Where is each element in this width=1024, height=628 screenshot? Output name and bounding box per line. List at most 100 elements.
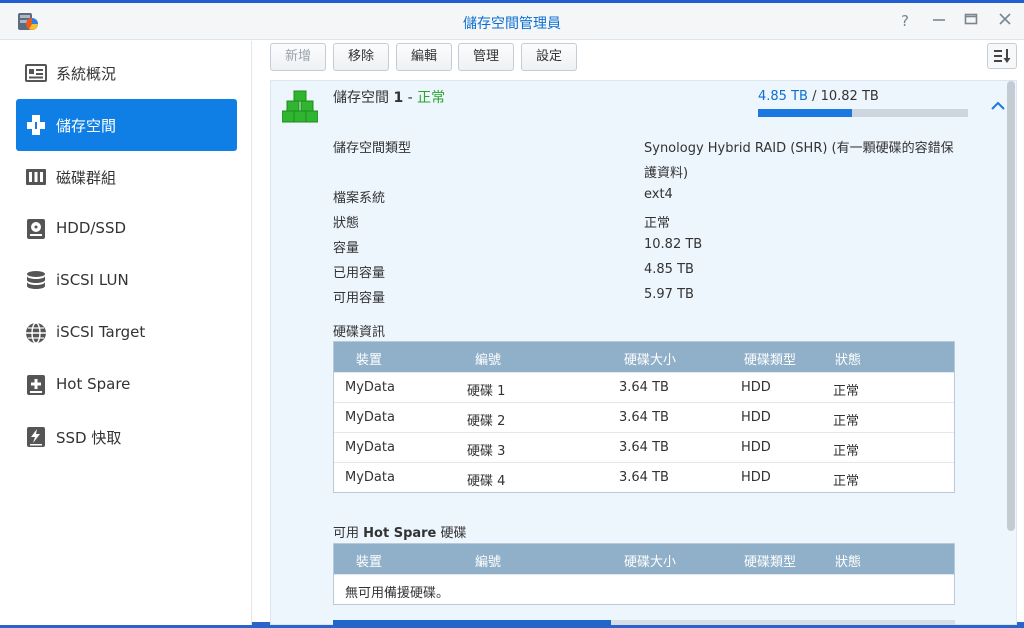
cell-status: 正常 xyxy=(833,414,860,429)
volume-usage-separator: / xyxy=(812,89,817,104)
column-header: 硬碟類型 xyxy=(744,555,797,570)
hot-spare-title-prefix: 可用 xyxy=(333,526,360,541)
storage-manager-window: 儲存空間管理員 ? 系統概況 儲存空間 磁碟群組 HDD/SSD iSCSI L… xyxy=(0,0,1024,625)
info-label-filesystem: 檔案系統 xyxy=(333,191,386,206)
cell-size: 3.64 TB xyxy=(619,470,669,485)
table-row[interactable]: MyData 硬碟 1 3.64 TB HDD 正常 xyxy=(334,372,954,402)
volume-separator: - xyxy=(407,90,413,106)
sidebar: 系統概況 儲存空間 磁碟群組 HDD/SSD iSCSI LUN iSCSI T… xyxy=(0,41,252,625)
info-label-status: 狀態 xyxy=(333,216,360,231)
info-value-filesystem: ext4 xyxy=(644,187,673,202)
disk-info-title: 硬碟資訊 xyxy=(333,325,386,340)
sidebar-item-hdd-ssd[interactable]: HDD/SSD xyxy=(16,203,237,255)
settings-button[interactable]: 設定 xyxy=(521,43,577,71)
minimize-icon[interactable] xyxy=(930,12,948,30)
info-value-status: 正常 xyxy=(644,216,671,231)
volume-name: 儲存空間 xyxy=(333,90,389,106)
sidebar-item-disk-group[interactable]: 磁碟群組 xyxy=(16,151,237,203)
info-label-volume-type: 儲存空間類型 xyxy=(333,141,412,156)
create-button[interactable]: 新增 xyxy=(270,43,326,71)
volume-cubes-icon xyxy=(282,90,318,123)
window-title: 儲存空間管理員 xyxy=(463,16,561,32)
hot-spare-title: 可用 Hot Spare 硬碟 xyxy=(333,522,467,541)
sidebar-item-iscsi-target[interactable]: iSCSI Target xyxy=(16,307,237,359)
hdd-icon xyxy=(27,219,45,239)
column-header: 狀態 xyxy=(835,555,862,570)
manage-button[interactable]: 管理 xyxy=(458,43,514,71)
cell-number: 硬碟 3 xyxy=(467,444,506,459)
volume-usage-fill xyxy=(758,109,853,117)
table-header: 裝置 編號 硬碟大小 硬碟類型 狀態 xyxy=(334,544,954,574)
horizontal-scrollbar-thumb[interactable] xyxy=(333,620,611,625)
hot-spare-title-bold: Hot Spare xyxy=(363,526,437,541)
help-icon[interactable]: ? xyxy=(896,12,914,30)
info-value-used: 4.85 TB xyxy=(644,262,694,277)
cell-device: MyData xyxy=(345,410,395,425)
sidebar-item-overview[interactable]: 系統概況 xyxy=(16,47,237,99)
info-value-volume-type-cont: 護資料) xyxy=(644,166,689,181)
cell-type: HDD xyxy=(741,440,771,455)
close-icon[interactable] xyxy=(996,12,1014,30)
cell-device: MyData xyxy=(345,380,395,395)
table-row[interactable]: MyData 硬碟 3 3.64 TB HDD 正常 xyxy=(334,432,954,462)
volume-icon xyxy=(27,115,45,135)
chevron-up-icon[interactable] xyxy=(990,99,1006,111)
sidebar-item-label: SSD 快取 xyxy=(56,429,122,447)
sidebar-item-label: 磁碟群組 xyxy=(56,169,117,187)
cell-number: 硬碟 1 xyxy=(467,384,506,399)
info-label-available: 可用容量 xyxy=(333,291,386,306)
maximize-icon[interactable] xyxy=(962,12,980,30)
sidebar-item-volume[interactable]: 儲存空間 xyxy=(16,99,237,151)
table-row-empty: 無可用備援硬碟。 xyxy=(334,574,954,604)
remove-button[interactable]: 移除 xyxy=(333,43,389,71)
cell-device: MyData xyxy=(345,440,395,455)
column-header: 硬碟大小 xyxy=(624,353,677,368)
globe-icon xyxy=(26,322,46,344)
sidebar-item-ssd-cache[interactable]: SSD 快取 xyxy=(16,411,237,463)
cell-number: 硬碟 4 xyxy=(467,474,506,489)
sort-icon xyxy=(994,49,1011,63)
cell-status: 正常 xyxy=(833,474,860,489)
sidebar-item-iscsi-lun[interactable]: iSCSI LUN xyxy=(16,255,237,307)
cell-device: MyData xyxy=(345,470,395,485)
table-row[interactable]: MyData 硬碟 4 3.64 TB HDD 正常 xyxy=(334,462,954,492)
column-header: 硬碟大小 xyxy=(624,555,677,570)
volume-title: 儲存空間 1 - 正常 xyxy=(333,87,445,107)
cell-status: 正常 xyxy=(833,384,860,399)
sidebar-item-label: iSCSI LUN xyxy=(56,271,129,289)
sidebar-item-label: HDD/SSD xyxy=(56,219,127,237)
vertical-scrollbar[interactable] xyxy=(1007,81,1015,531)
column-header: 裝置 xyxy=(356,555,383,570)
ssd-cache-icon xyxy=(27,427,45,447)
info-label-capacity: 容量 xyxy=(333,241,360,256)
overview-icon xyxy=(25,64,47,82)
column-header: 硬碟類型 xyxy=(744,353,797,368)
sidebar-item-label: 儲存空間 xyxy=(56,117,117,135)
sidebar-item-label: iSCSI Target xyxy=(56,323,146,341)
sort-button[interactable] xyxy=(987,43,1017,69)
info-value-volume-type: Synology Hybrid RAID (SHR) (有一顆硬碟的容錯保 xyxy=(644,141,954,156)
disk-info-table: 裝置 編號 硬碟大小 硬碟類型 狀態 MyData 硬碟 1 3.64 TB H… xyxy=(333,341,955,493)
sidebar-item-label: 系統概況 xyxy=(56,65,117,83)
volume-used: 4.85 TB xyxy=(758,89,808,104)
column-header: 編號 xyxy=(475,555,502,570)
edit-button[interactable]: 編輯 xyxy=(396,43,452,71)
empty-message: 無可用備援硬碟。 xyxy=(345,586,450,601)
plus-box-icon xyxy=(27,375,45,395)
volume-usage-text: 4.85 TB / 10.82 TB xyxy=(758,89,879,104)
column-header: 編號 xyxy=(475,353,502,368)
info-label-used: 已用容量 xyxy=(333,266,386,281)
cell-size: 3.64 TB xyxy=(619,410,669,425)
cell-size: 3.64 TB xyxy=(619,440,669,455)
table-header: 裝置 編號 硬碟大小 硬碟類型 狀態 xyxy=(334,342,954,372)
table-row[interactable]: MyData 硬碟 2 3.64 TB HDD 正常 xyxy=(334,402,954,432)
cell-number: 硬碟 2 xyxy=(467,414,506,429)
info-value-capacity: 10.82 TB xyxy=(644,237,703,252)
volume-status: 正常 xyxy=(417,90,446,106)
sidebar-item-hot-spare[interactable]: Hot Spare xyxy=(16,359,237,411)
title-bar: 儲存空間管理員 ? xyxy=(0,3,1024,40)
cell-type: HDD xyxy=(741,410,771,425)
disk-group-icon xyxy=(26,169,46,185)
horizontal-scrollbar[interactable] xyxy=(333,620,955,625)
sidebar-item-label: Hot Spare xyxy=(56,375,131,393)
